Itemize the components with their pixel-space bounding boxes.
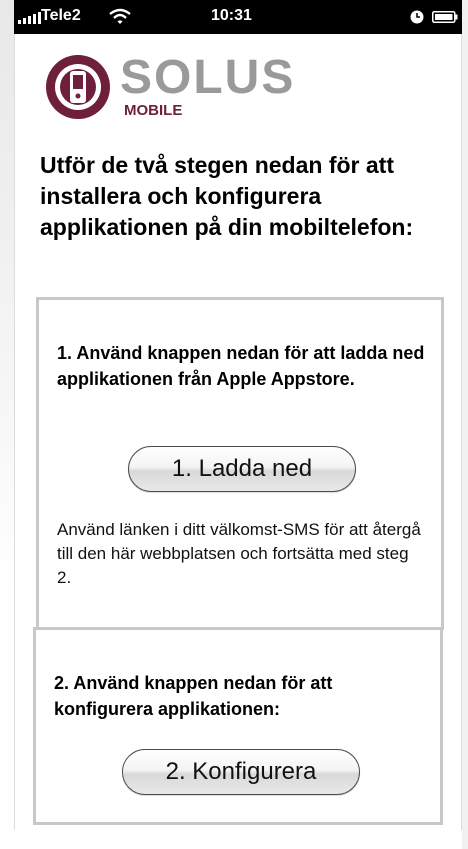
step1-panel: 1. Använd knappen nedan för att ladda ne… — [36, 297, 444, 630]
intro-heading: Utför de två stegen nedan för att instal… — [40, 152, 414, 240]
logo-subtitle: MOBILE — [124, 102, 183, 119]
logo-wordmark: SOLUS — [120, 51, 296, 104]
page-edge-left — [0, 0, 15, 849]
step1-note: Använd länken i ditt välkomst-SMS för at… — [57, 520, 421, 587]
wifi-icon — [109, 8, 131, 24]
page-edge-right — [461, 0, 468, 849]
step1-instructions: 1. Använd knappen nedan för att ladda ne… — [57, 343, 425, 389]
solus-mobile-logo: SOLUS MOBILE — [44, 51, 304, 130]
status-bar: Tele2 10:31 — [14, 0, 462, 34]
signal-icon — [18, 12, 41, 24]
status-time: 10:31 — [211, 7, 252, 24]
download-button[interactable]: 1. Ladda ned — [128, 446, 356, 492]
step2-panel: 2. Använd knappen nedan för att konfigur… — [33, 627, 443, 825]
phone-logo-icon — [46, 55, 110, 119]
battery-icon — [432, 11, 458, 23]
configure-button[interactable]: 2. Konfigurera — [122, 749, 360, 795]
page-bottom — [14, 830, 462, 849]
carrier-name: Tele2 — [41, 7, 81, 24]
clock-icon — [410, 10, 424, 24]
step2-instructions: 2. Använd knappen nedan för att konfigur… — [54, 673, 333, 719]
